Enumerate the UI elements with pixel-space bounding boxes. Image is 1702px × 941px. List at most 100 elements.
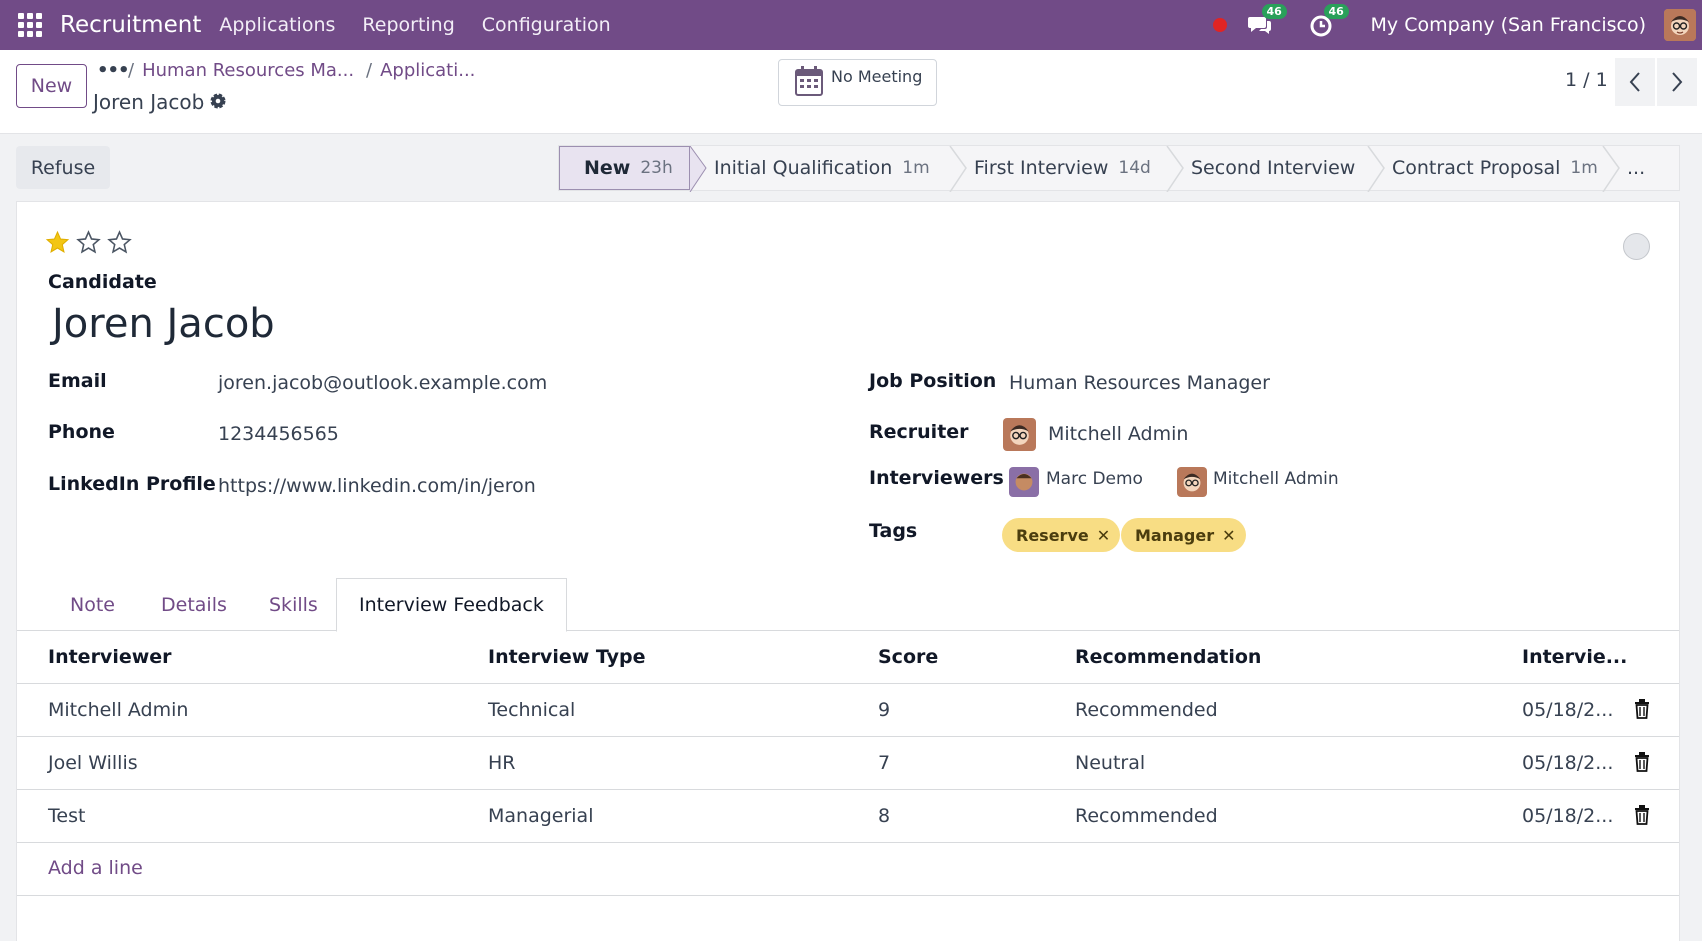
pager-value[interactable]: 1 / 1: [1565, 69, 1608, 91]
calendar-icon: [795, 66, 823, 96]
avatar-icon: [1009, 467, 1039, 497]
add-line-link[interactable]: Add a line: [48, 857, 143, 879]
activity-count-badge: 46: [1323, 4, 1349, 19]
nav-menu: Applications Reporting Configuration: [219, 14, 637, 36]
email-field[interactable]: joren.jacob@outlook.example.com: [218, 372, 547, 394]
pager-previous-button[interactable]: [1615, 58, 1655, 106]
interviewer-avatar: [1009, 467, 1039, 497]
interviewer-tag-marc[interactable]: Marc Demo: [1046, 469, 1143, 489]
tag-reserve[interactable]: Reserve ✕: [1002, 518, 1121, 552]
tag-manager[interactable]: Manager ✕: [1121, 518, 1246, 552]
table-row[interactable]: Joel Willis HR 7 Neutral 05/18/2...: [17, 737, 1679, 790]
tag-label: Reserve: [1016, 525, 1089, 545]
cell-score: 8: [878, 805, 891, 827]
menu-configuration[interactable]: Configuration: [482, 14, 611, 36]
column-score[interactable]: Score: [878, 646, 938, 668]
chevron-left-icon: [1629, 72, 1640, 92]
star-empty-icon[interactable]: [107, 230, 132, 255]
top-navbar: Recruitment Applications Reporting Confi…: [0, 0, 1702, 50]
cell-score: 9: [878, 699, 891, 721]
linkedin-label: LinkedIn Profile: [48, 473, 216, 495]
trash-icon[interactable]: [1634, 752, 1650, 772]
cell-date: 05/18/2...: [1522, 752, 1614, 774]
pager-next-button[interactable]: [1657, 58, 1697, 106]
meeting-button[interactable]: No Meeting: [778, 59, 937, 106]
tag-remove-icon[interactable]: ✕: [1222, 526, 1235, 545]
activity-menu[interactable]: 46: [1309, 4, 1349, 38]
recording-indicator-icon[interactable]: [1212, 18, 1227, 32]
cell-recommendation: Neutral: [1075, 752, 1146, 774]
table-header: Interviewer Interview Type Score Recomme…: [17, 631, 1679, 684]
feedback-table: Interviewer Interview Type Score Recomme…: [17, 631, 1679, 896]
recruiter-field[interactable]: Mitchell Admin: [1048, 423, 1188, 445]
app-title[interactable]: Recruitment: [60, 12, 201, 38]
job-position-field[interactable]: Human Resources Manager: [1009, 372, 1270, 394]
user-avatar[interactable]: [1664, 9, 1696, 41]
control-panel: New ••• / Human Resources Ma... / Applicat…: [0, 50, 1702, 134]
menu-applications[interactable]: Applications: [219, 14, 335, 36]
table-row[interactable]: Mitchell Admin Technical 9 Recommended 0…: [17, 684, 1679, 737]
cell-interviewer: Mitchell Admin: [48, 699, 189, 721]
stage-statusbar: New 23h Initial Qualification 1m First I…: [558, 145, 1680, 192]
stage-initial-qualification[interactable]: Initial Qualification 1m: [690, 146, 950, 190]
refuse-button[interactable]: Refuse: [16, 146, 110, 189]
avatar-icon: [1177, 467, 1207, 497]
cell-date: 05/18/2...: [1522, 805, 1614, 827]
tab-note[interactable]: Note: [70, 578, 115, 631]
cell-interviewer: Joel Willis: [48, 752, 138, 774]
table-row[interactable]: Test Managerial 8 Recommended 05/18/2...: [17, 790, 1679, 843]
chat-count-badge: 46: [1261, 4, 1287, 19]
menu-reporting[interactable]: Reporting: [362, 14, 454, 36]
breadcrumb: / Applicati...: [366, 60, 476, 81]
stage-label: First Interview: [974, 157, 1109, 179]
gear-icon[interactable]: [208, 91, 228, 111]
messaging-menu[interactable]: 46: [1247, 4, 1287, 38]
column-interview-date[interactable]: Intervie...: [1522, 646, 1627, 668]
column-interviewer[interactable]: Interviewer: [48, 646, 172, 668]
stage-label: Contract Proposal: [1392, 157, 1561, 179]
column-recommendation[interactable]: Recommendation: [1075, 646, 1261, 668]
tag-remove-icon[interactable]: ✕: [1097, 526, 1110, 545]
new-button[interactable]: New: [16, 64, 87, 108]
tag-label: Manager: [1135, 525, 1215, 545]
trash-icon[interactable]: [1634, 805, 1650, 825]
star-empty-icon[interactable]: [76, 230, 101, 255]
linkedin-field[interactable]: https://www.linkedin.com/in/jeron: [218, 475, 536, 497]
column-interview-type[interactable]: Interview Type: [488, 646, 645, 668]
breadcrumb-overflow[interactable]: •••: [97, 60, 130, 81]
stage-label: New: [584, 157, 631, 179]
candidate-name-field[interactable]: Joren Jacob: [52, 301, 275, 347]
email-label: Email: [48, 370, 107, 392]
stage-more-button[interactable]: ...: [1603, 146, 1679, 190]
stage-contract-proposal[interactable]: Contract Proposal 1m: [1368, 146, 1603, 190]
star-filled-icon[interactable]: [45, 230, 70, 255]
record-title: Joren Jacob: [93, 90, 205, 114]
tab-interview-feedback[interactable]: Interview Feedback: [336, 578, 567, 632]
stage-first-interview[interactable]: First Interview 14d: [950, 146, 1167, 190]
interviewer-avatar: [1177, 467, 1207, 497]
tags-label: Tags: [869, 520, 918, 542]
form-sheet: Candidate Joren Jacob Email joren.jacob@…: [16, 201, 1680, 941]
trash-icon[interactable]: [1634, 699, 1650, 719]
recruiter-label: Recruiter: [869, 421, 969, 443]
company-switcher[interactable]: My Company (San Francisco): [1371, 14, 1646, 36]
app-menu-icon[interactable]: [16, 11, 44, 39]
cell-score: 7: [878, 752, 891, 774]
stage-new[interactable]: New 23h: [559, 146, 690, 190]
cell-interview-type: Managerial: [488, 805, 594, 827]
tab-details[interactable]: Details: [161, 578, 227, 631]
kanban-state-indicator[interactable]: [1623, 233, 1650, 260]
breadcrumb-applications[interactable]: Applicati...: [380, 60, 475, 81]
interviewer-tag-mitchell[interactable]: Mitchell Admin: [1213, 469, 1339, 489]
tab-skills[interactable]: Skills: [269, 578, 318, 631]
stage-duration: 14d: [1118, 158, 1151, 178]
cell-interviewer: Test: [48, 805, 86, 827]
phone-field[interactable]: 1234456565: [218, 423, 339, 445]
cell-interview-type: Technical: [488, 699, 576, 721]
stage-second-interview[interactable]: Second Interview: [1167, 146, 1368, 190]
breadcrumb-job[interactable]: Human Resources Ma...: [142, 60, 354, 81]
cell-recommendation: Recommended: [1075, 699, 1218, 721]
chevron-right-icon: [1672, 72, 1683, 92]
avatar-icon: [1003, 418, 1036, 451]
stage-more-label: ...: [1627, 157, 1646, 179]
